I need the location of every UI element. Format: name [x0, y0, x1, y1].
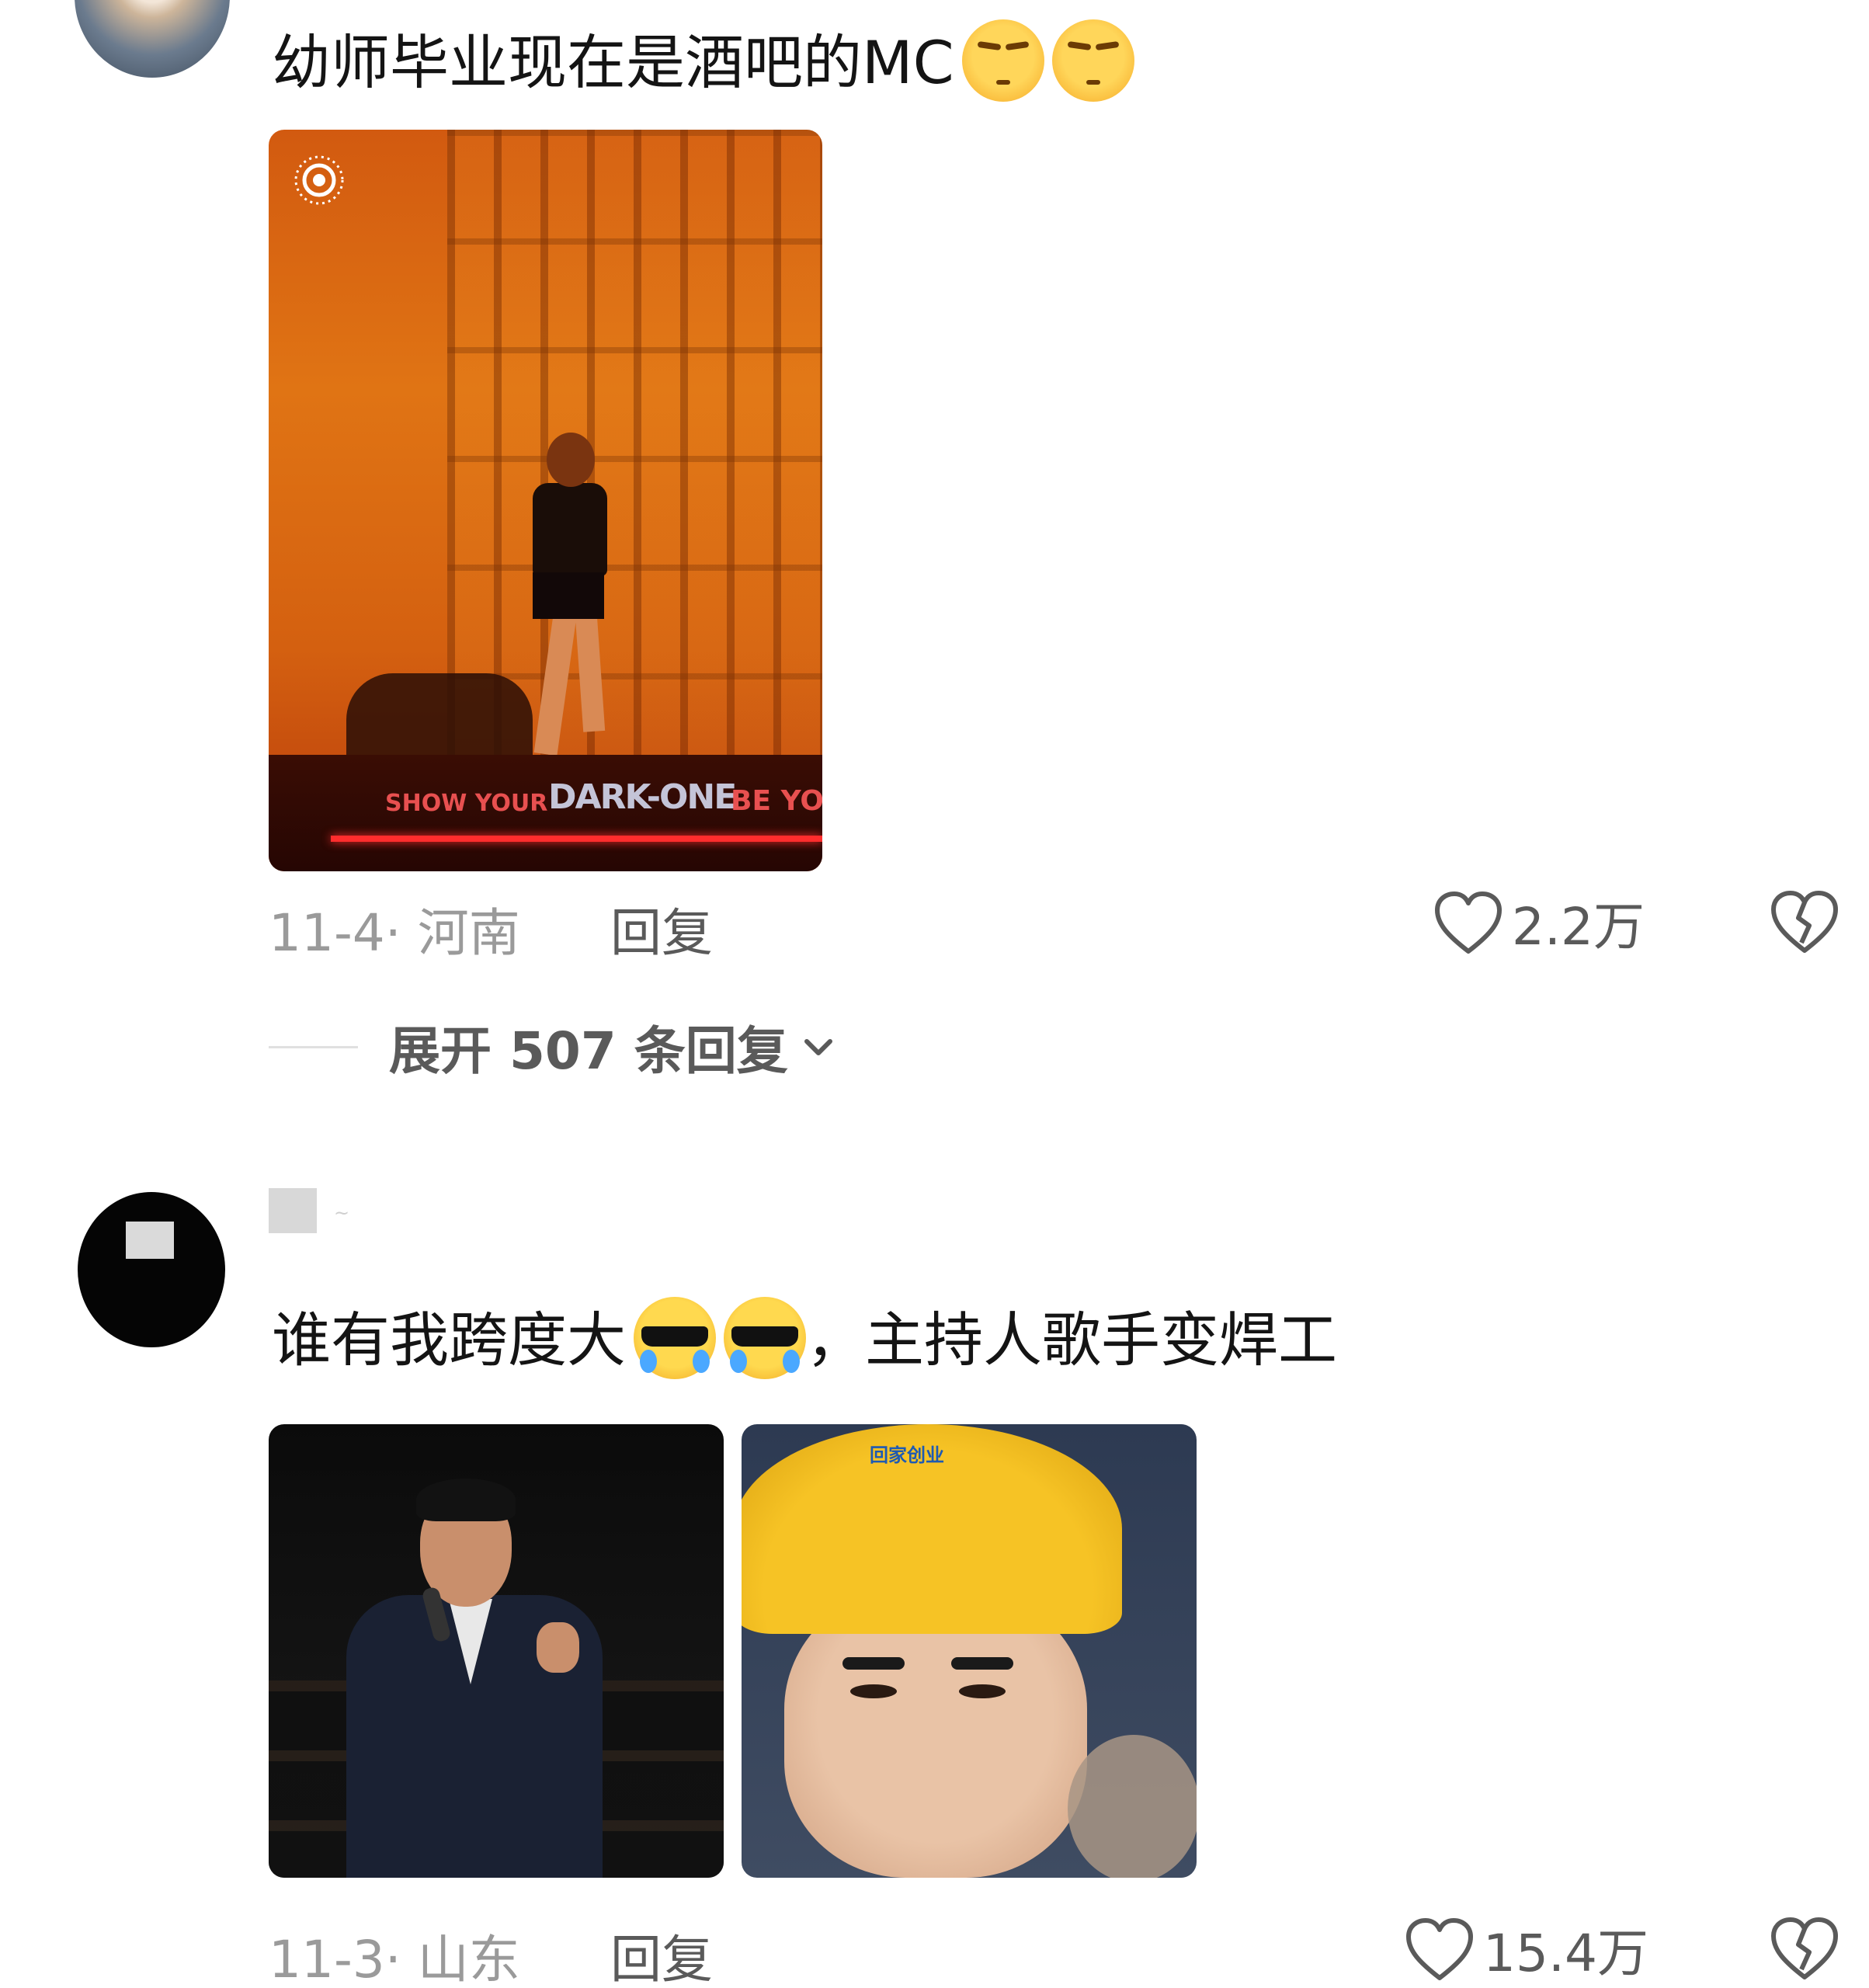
chevron-down-icon: [804, 1039, 832, 1055]
frown-emoji-icon: [1051, 19, 1134, 102]
avatar[interactable]: [75, 0, 230, 78]
comment-section: 幼师毕业现在是酒吧的MC SHOW YOUR DARK-ONE BE YOU 1…: [0, 0, 1869, 1988]
broken-heart-icon[interactable]: [1769, 1915, 1840, 1982]
like-button[interactable]: 2.2万: [1433, 885, 1645, 960]
comment-text: 谁有我跨度大 ，主持人歌手变焊工: [272, 1297, 1337, 1379]
expand-replies-label: 展开 507 条回复: [389, 1021, 788, 1081]
comment-body: 谁有我跨度大: [272, 1305, 626, 1375]
cool-crying-emoji-icon: [634, 1297, 716, 1379]
reply-button[interactable]: 回复: [610, 1918, 713, 1988]
like-button[interactable]: 15.4万: [1404, 1912, 1648, 1986]
comment-location: 山东: [417, 1930, 520, 1988]
comment-image[interactable]: 回家创业: [742, 1424, 1197, 1878]
heart-icon: [1435, 891, 1502, 954]
username-redacted[interactable]: [269, 1188, 317, 1233]
like-count: 15.4万: [1483, 1924, 1648, 1983]
reply-button[interactable]: 回复: [610, 891, 713, 966]
like-count: 2.2万: [1512, 897, 1645, 957]
comment-date: 11-4: [269, 903, 385, 963]
singer-figure: [509, 433, 626, 759]
expand-replies-button[interactable]: 展开 507 条回复: [269, 1010, 835, 1084]
cool-crying-emoji-icon: [724, 1297, 806, 1379]
live-photo-icon: [294, 155, 344, 205]
avatar[interactable]: [78, 1192, 225, 1347]
helmet-text: 回家创业: [870, 1444, 944, 1466]
stage-logo: DARK-ONE: [548, 777, 737, 817]
frown-emoji-icon: [961, 19, 1044, 102]
comment-meta: 11-4· 河南: [269, 903, 520, 963]
divider: [269, 1045, 358, 1048]
comment-location: 河南: [417, 903, 520, 963]
comment-body-continued: ，主持人歌手变焊工: [806, 1305, 1337, 1375]
username[interactable]: ~: [334, 1202, 349, 1224]
comment-body: 幼师毕业现在是酒吧的MC: [272, 28, 954, 97]
comment-date: 11-3: [269, 1930, 385, 1988]
comment-meta: 11-3· 山东: [269, 1930, 520, 1988]
stage-text: BE YOU: [731, 785, 822, 817]
comment-image[interactable]: SHOW YOUR DARK-ONE BE YOU: [269, 130, 822, 871]
stage-text: SHOW YOUR: [385, 790, 548, 817]
comment-text: 幼师毕业现在是酒吧的MC: [272, 19, 1134, 102]
broken-heart-icon[interactable]: [1769, 888, 1840, 955]
heart-icon: [1406, 1918, 1473, 1980]
comment-image[interactable]: [269, 1424, 724, 1878]
